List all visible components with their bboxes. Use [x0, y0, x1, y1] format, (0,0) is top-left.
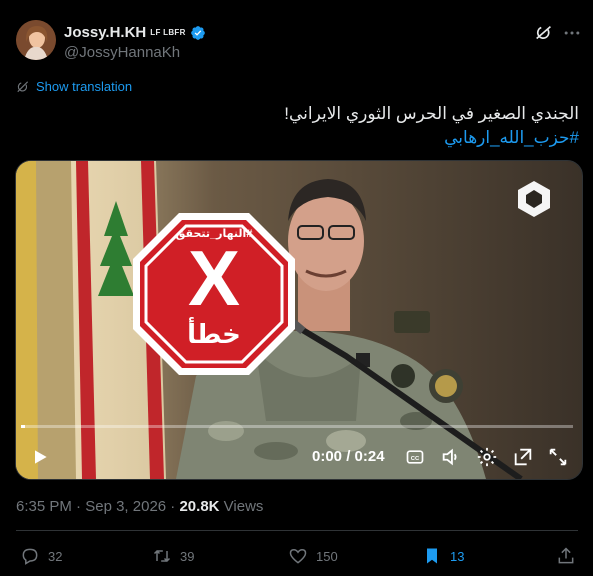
volume-icon[interactable] [440, 446, 462, 468]
repost-count: 39 [180, 548, 195, 564]
pop-out-icon[interactable] [512, 446, 534, 468]
reply-button[interactable]: 32 [20, 546, 62, 566]
like-count: 150 [316, 548, 338, 564]
meta-separator: · [76, 498, 86, 515]
stamp-word: خطأ [187, 319, 241, 349]
more-options-icon[interactable] [562, 23, 582, 43]
avatar[interactable] [16, 20, 56, 60]
show-translation-link[interactable]: Show translation [16, 79, 132, 94]
heart-icon [289, 548, 307, 564]
like-button[interactable]: 150 [288, 546, 338, 566]
display-name-flags: LF LBFR [150, 28, 186, 37]
views-label: Views [223, 498, 264, 515]
bookmark-icon [427, 548, 437, 564]
video-progress-bar[interactable] [21, 425, 573, 428]
bookmark-count: 13 [450, 548, 465, 564]
share-icon [558, 547, 574, 564]
bookmark-button[interactable]: 13 [422, 546, 464, 566]
repost-icon [153, 549, 171, 563]
captions-icon[interactable]: CC [405, 447, 425, 467]
share-button[interactable] [556, 546, 576, 566]
video-progress-fill [21, 425, 25, 428]
show-translation-label[interactable]: Show translation [36, 79, 132, 94]
author-handle[interactable]: @JossyHannaKh [64, 44, 180, 61]
video-frame [16, 161, 582, 479]
views-count: 20.8K [179, 498, 220, 515]
settings-gear-icon[interactable] [476, 446, 498, 468]
tweet-date[interactable]: Sep 3, 2026 [85, 498, 166, 515]
tweet-text: الجندي الصغير في الحرس الثوري الايراني! [284, 104, 579, 123]
tweet-hashtag-link[interactable]: #حزب_الله_ارهابي [444, 126, 579, 150]
translate-icon [17, 80, 29, 92]
video-player[interactable]: #النهار_تتحقق X خطأ 0:00 / 0:24 CC [15, 160, 583, 480]
stamp-x-mark: X [187, 234, 241, 322]
reply-count: 32 [48, 548, 63, 564]
fullscreen-icon[interactable] [547, 446, 569, 468]
divider [16, 530, 578, 531]
svg-text:CC: CC [411, 456, 420, 462]
video-time: 0:00 / 0:24 [312, 448, 385, 465]
verified-badge-icon [190, 25, 205, 40]
display-name-text[interactable]: Jossy.H.KH [64, 24, 146, 41]
repost-button[interactable]: 39 [152, 546, 194, 566]
author-name[interactable]: Jossy.H.KH LF LBFR [64, 24, 206, 41]
reply-icon [22, 548, 38, 565]
tweet-meta: 6:35 PM · Sep 3, 2026 · 20.8K Views [16, 498, 263, 515]
grok-icon[interactable] [533, 22, 555, 44]
tweet-time[interactable]: 6:35 PM [16, 498, 72, 515]
play-icon[interactable] [30, 447, 50, 467]
